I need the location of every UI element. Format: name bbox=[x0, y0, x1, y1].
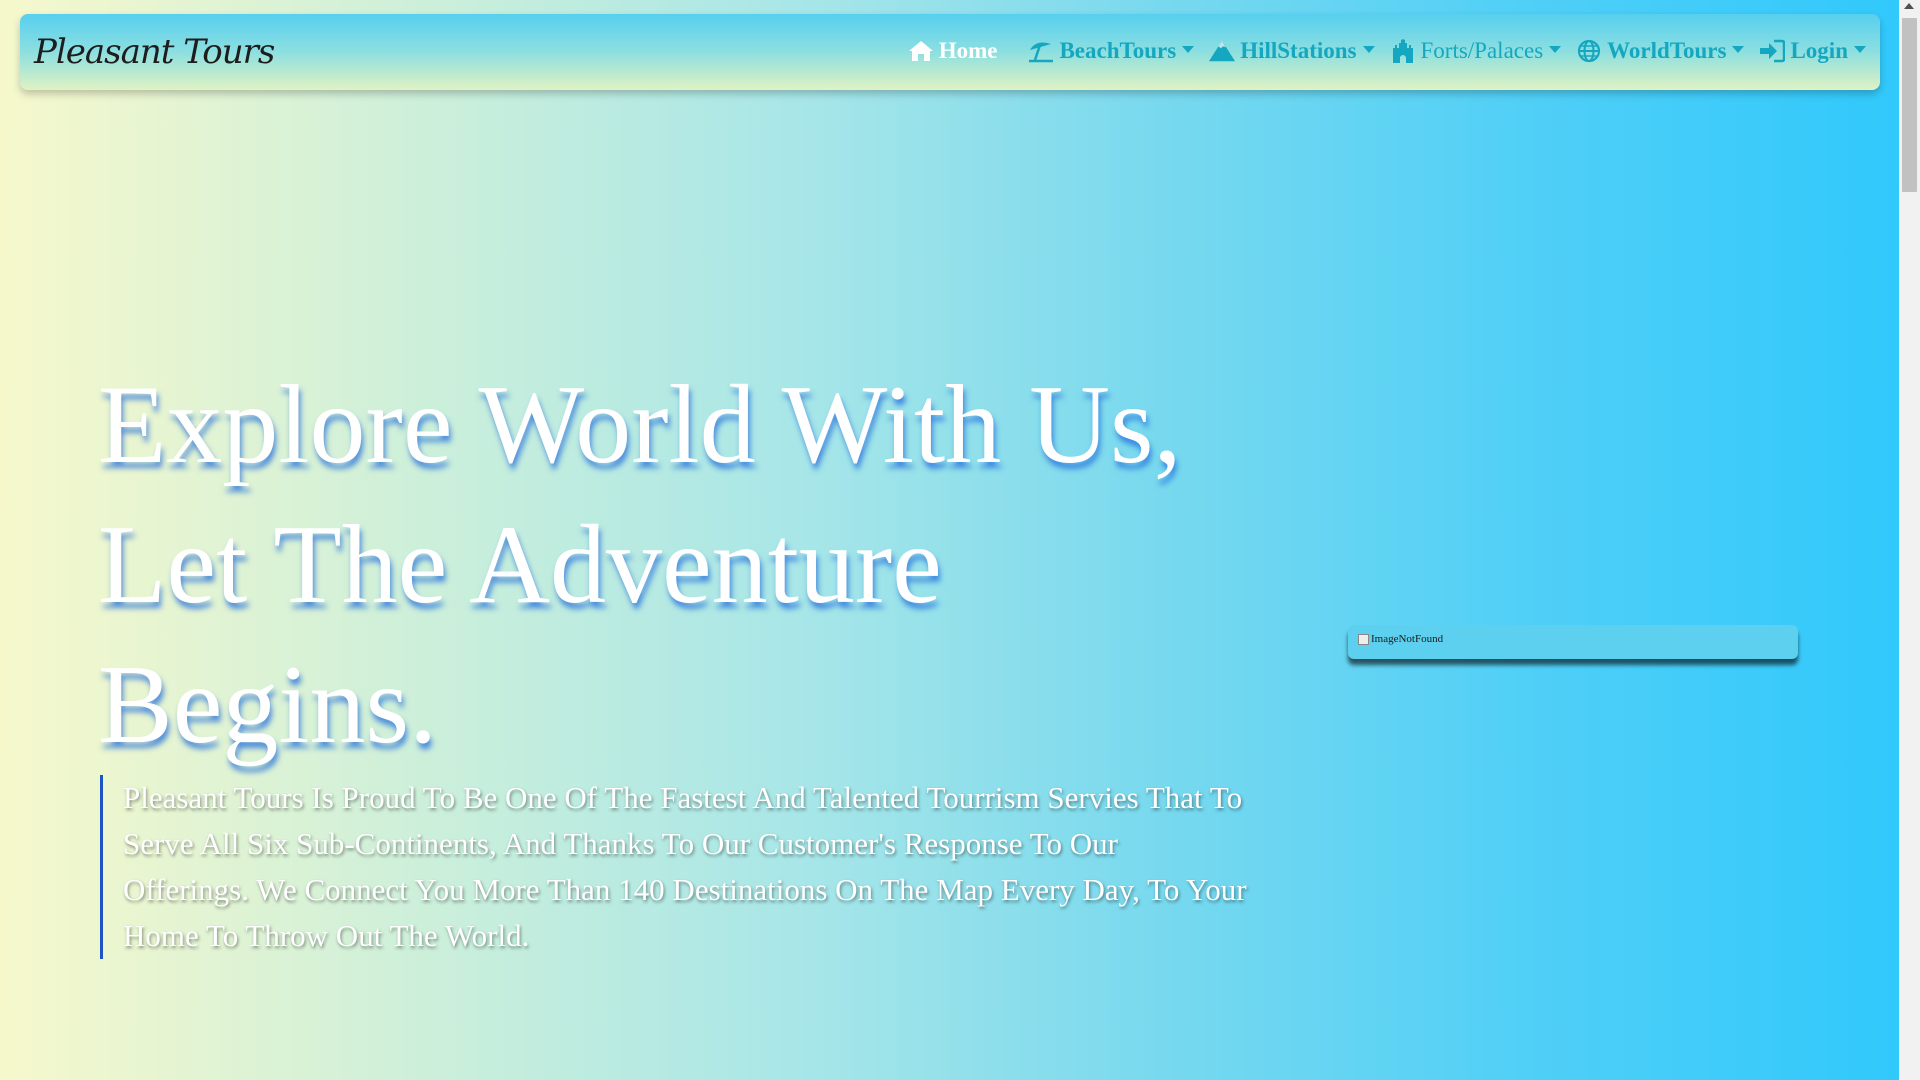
hero-title-line-1: Explore World With Us, bbox=[98, 363, 1182, 487]
hero-description: Pleasant Tours Is Proud To Be One Of The… bbox=[100, 775, 1250, 959]
nav-home-label: Home bbox=[938, 38, 998, 63]
fort-icon bbox=[1389, 38, 1417, 64]
nav-hill-stations[interactable]: HillStations bbox=[1208, 38, 1375, 64]
nav-hill-stations-label: HillStations bbox=[1240, 38, 1357, 63]
nav-forts-palaces[interactable]: Forts/Palaces bbox=[1389, 38, 1562, 64]
chevron-down-icon bbox=[1182, 45, 1195, 53]
chevron-down-icon bbox=[1854, 45, 1866, 53]
hero-title: Explore World With Us, Let The Adventure… bbox=[98, 355, 1298, 775]
globe-icon bbox=[1575, 38, 1603, 64]
broken-image-icon bbox=[1358, 633, 1369, 645]
sign-in-icon bbox=[1758, 38, 1786, 64]
nav-forts-palaces-label: Forts/Palaces bbox=[1420, 38, 1544, 63]
broken-image: ImageNotFound bbox=[1358, 633, 1443, 645]
chevron-down-icon bbox=[1732, 45, 1745, 53]
image-alt-text: ImageNotFound bbox=[1371, 633, 1444, 645]
chevron-down-icon bbox=[1549, 45, 1562, 53]
brand-logo[interactable]: Pleasant Tours bbox=[34, 32, 275, 72]
scrollbar-thumb[interactable] bbox=[1902, 18, 1917, 192]
scroll-up-arrow-icon[interactable] bbox=[1904, 3, 1914, 9]
home-icon bbox=[907, 38, 935, 64]
mountain-icon bbox=[1208, 38, 1236, 64]
hero-image-card: ImageNotFound bbox=[1348, 625, 1798, 659]
nav-beach-tours[interactable]: BeachTours bbox=[1027, 38, 1195, 64]
nav-login-label: Login bbox=[1790, 38, 1848, 63]
hero-title-line-3: Begins. bbox=[98, 643, 438, 767]
page: Pleasant Tours Home BeachTours HillStati… bbox=[0, 0, 1899, 1080]
nav-world-tours[interactable]: WorldTours bbox=[1575, 38, 1745, 64]
navbar: Pleasant Tours Home BeachTours HillStati… bbox=[20, 14, 1880, 90]
chevron-down-icon bbox=[1362, 45, 1375, 53]
nav-menu: Home BeachTours HillStations Forts/Palac… bbox=[893, 38, 1866, 64]
hero-title-line-2: Let The Adventure bbox=[98, 503, 942, 627]
nav-home[interactable]: Home bbox=[907, 38, 998, 64]
nav-world-tours-label: WorldTours bbox=[1607, 38, 1727, 63]
nav-beach-tours-label: BeachTours bbox=[1059, 38, 1177, 63]
beach-umbrella-icon bbox=[1027, 38, 1055, 64]
nav-login[interactable]: Login bbox=[1758, 38, 1866, 64]
vertical-scrollbar[interactable] bbox=[1899, 0, 1920, 1080]
